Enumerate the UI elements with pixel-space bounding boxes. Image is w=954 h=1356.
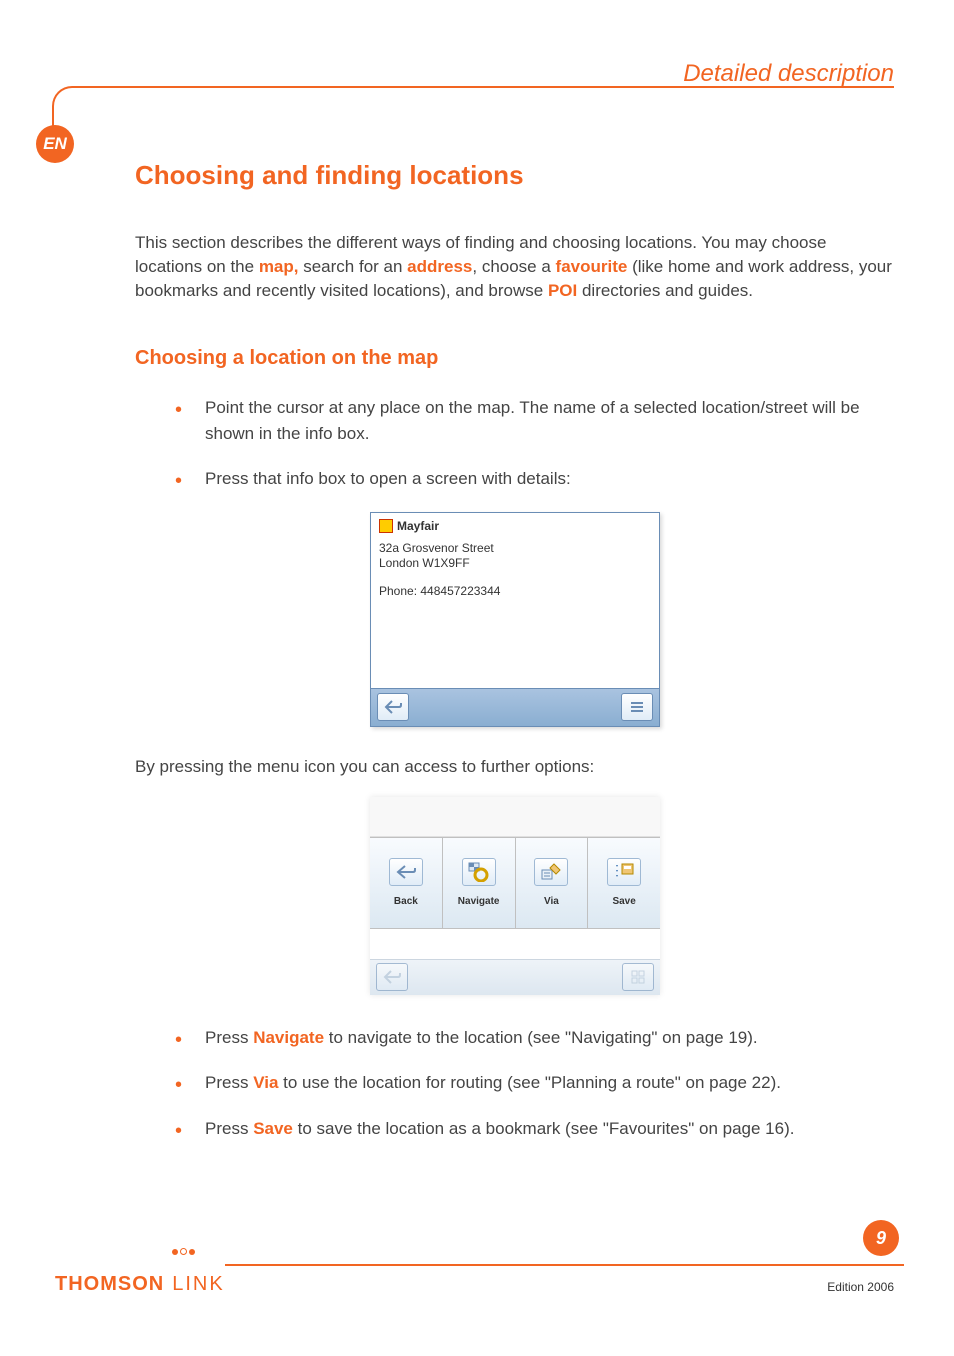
options-grid: Back Navigate Via Save [370,837,660,929]
info-address-line2: London W1X9FF [379,556,651,572]
menu-icon [629,700,645,714]
back-button[interactable] [377,693,409,721]
info-title-row: Mayfair [379,519,651,533]
brand-logo: THOMSON LINK [55,1266,225,1296]
mail-icon [379,519,393,533]
intro-bold-address: address [407,257,472,276]
option-label: Navigate [458,896,500,907]
intro-bold-favourite: favourite [556,257,628,276]
info-address-line1: 32a Grosvenor Street [379,541,651,557]
top-rule [72,86,894,88]
list-item: Press Via to use the location for routin… [175,1070,895,1096]
intro-text: , choose a [472,257,555,276]
flag-target-icon [462,858,496,886]
options-toolbar [370,959,660,995]
section-header: Detailed description [683,60,894,88]
info-toolbar [371,688,659,726]
page-content: Choosing and finding locations This sect… [135,160,895,1161]
bullet-bold: Save [253,1119,293,1138]
info-box-body: Mayfair 32a Grosvenor Street London W1X9… [371,513,659,688]
subheading: Choosing a location on the map [135,347,895,370]
option-label: Back [394,896,418,907]
info-address: 32a Grosvenor Street London W1X9FF [379,541,651,572]
arrow-left-icon [389,858,423,886]
bullet-text: Press [205,1119,253,1138]
bullet-text: to save the location as a bookmark (see … [293,1119,795,1138]
option-label: Via [544,896,559,907]
intro-bold-poi: POI [548,281,577,300]
menu-button[interactable] [621,693,653,721]
options-header [370,797,660,837]
info-title: Mayfair [397,519,439,533]
bookmark-save-icon [607,858,641,886]
option-label: Save [612,896,635,907]
option-back[interactable]: Back [370,838,443,928]
info-phone: Phone: 448457223344 [379,584,651,598]
bullet-text: Press [205,1028,253,1047]
list-item: Press Navigate to navigate to the locati… [175,1025,895,1051]
bullet-text: Press [205,1073,253,1092]
arrow-left-icon [384,699,402,715]
arrow-left-icon [383,969,401,985]
bullet-bold: Navigate [253,1028,324,1047]
list-item: Press Save to save the location as a boo… [175,1116,895,1142]
bullet-bold: Via [253,1073,278,1092]
intro-text: directories and guides. [577,281,753,300]
brand-thomson: THOMSON [55,1273,164,1296]
list-item: Point the cursor at any place on the map… [175,395,895,446]
intro-bold-map: map, [259,257,299,276]
brand-dots-icon [172,1248,228,1255]
bullet-list-1: Point the cursor at any place on the map… [135,395,895,492]
route-edit-icon [534,858,568,886]
info-box-screenshot: Mayfair 32a Grosvenor Street London W1X9… [370,512,660,727]
footer-rule [225,1264,904,1266]
bullet-list-2: Press Navigate to navigate to the locati… [135,1025,895,1142]
bullet-text: to navigate to the location (see "Naviga… [324,1028,758,1047]
grid-icon [631,970,645,984]
back-button-disabled [376,963,408,991]
intro-text: search for an [299,257,408,276]
page-title: Choosing and finding locations [135,160,895,191]
list-item: Press that info box to open a screen wit… [175,466,895,492]
option-via[interactable]: Via [516,838,589,928]
grid-button-disabled [622,963,654,991]
brand-link: LINK [172,1273,224,1295]
language-badge: EN [36,125,74,163]
intro-paragraph: This section describes the different way… [135,231,895,302]
option-navigate[interactable]: Navigate [443,838,516,928]
option-save[interactable]: Save [588,838,660,928]
options-gap [370,929,660,959]
page-number-badge: 9 [863,1220,899,1256]
edition-label: Edition 2006 [827,1280,894,1294]
options-screenshot: Back Navigate Via Save [370,797,660,995]
bullet-text: to use the location for routing (see "Pl… [278,1073,781,1092]
caption-text: By pressing the menu icon you can access… [135,757,895,777]
